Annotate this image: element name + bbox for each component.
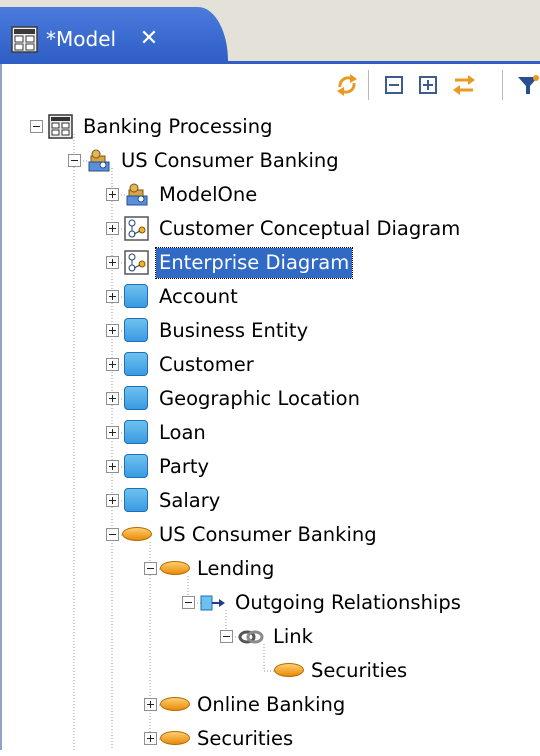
close-icon[interactable]: ✕ xyxy=(138,24,160,54)
tree-node[interactable]: Lending xyxy=(2,552,540,586)
tree-node-label[interactable]: Outgoing Relationships xyxy=(232,588,464,618)
entity-icon xyxy=(124,488,148,512)
toolbar-separator xyxy=(368,70,369,100)
tree-node[interactable]: Link xyxy=(2,620,540,654)
tree-node[interactable]: Banking Processing xyxy=(2,110,540,144)
tree-node-label[interactable]: Link xyxy=(270,622,316,652)
tree-node-label[interactable]: Online Banking xyxy=(194,690,348,720)
expand-icon[interactable] xyxy=(144,732,157,745)
tree-node[interactable]: US Consumer Banking xyxy=(2,518,540,552)
tree-node-label[interactable]: Loan xyxy=(156,418,209,448)
expand-icon[interactable] xyxy=(106,460,119,473)
subject-area-icon xyxy=(274,663,304,677)
subject-area-icon xyxy=(122,527,152,541)
entity-icon xyxy=(124,284,148,308)
package-icon xyxy=(126,183,148,206)
filter-icon[interactable] xyxy=(514,70,540,100)
expand-icon[interactable] xyxy=(106,392,119,405)
tree-node[interactable]: Securities xyxy=(2,654,540,688)
tree-node[interactable]: Party xyxy=(2,450,540,484)
link-with-editor-icon[interactable] xyxy=(449,70,479,100)
model-icon xyxy=(48,114,73,139)
tree-node[interactable]: Loan xyxy=(2,416,540,450)
diagram-icon xyxy=(124,250,149,275)
tree-node[interactable]: Account xyxy=(2,280,540,314)
entity-icon xyxy=(124,420,148,444)
tree-node-label[interactable]: Securities xyxy=(308,656,410,686)
tree-node-label[interactable]: Party xyxy=(156,452,212,482)
tab-model[interactable]: *Model ✕ xyxy=(0,7,228,61)
expand-icon[interactable] xyxy=(106,188,119,201)
model-tree: Banking Processing US Consumer Banking Mod… xyxy=(0,106,540,750)
package-icon xyxy=(88,149,110,172)
entity-icon xyxy=(124,454,148,478)
expand-icon[interactable] xyxy=(144,698,157,711)
tree-node[interactable]: Securities xyxy=(2,722,540,756)
outgoing-relationships-icon xyxy=(200,595,225,611)
collapse-icon[interactable] xyxy=(30,120,43,133)
collapse-all-icon[interactable] xyxy=(379,70,409,100)
tree-node-label[interactable]: Account xyxy=(156,282,241,312)
entity-icon xyxy=(124,352,148,376)
toolbar-separator xyxy=(502,70,503,100)
tree-node-label[interactable]: Salary xyxy=(156,486,223,516)
tree-node[interactable]: Outgoing Relationships xyxy=(2,586,540,620)
entity-icon xyxy=(124,386,148,410)
collapse-icon[interactable] xyxy=(144,562,157,575)
collapse-icon[interactable] xyxy=(182,596,195,609)
tree-node[interactable]: Customer Conceptual Diagram xyxy=(2,212,540,246)
link-icon xyxy=(238,630,264,644)
expand-icon[interactable] xyxy=(106,426,119,439)
tree-node-label[interactable]: US Consumer Banking xyxy=(156,520,380,550)
tree-node-label[interactable]: Banking Processing xyxy=(80,112,275,142)
tree-node-label[interactable]: Lending xyxy=(194,554,277,584)
tree-node[interactable]: US Consumer Banking xyxy=(2,144,540,178)
expand-icon[interactable] xyxy=(106,290,119,303)
expand-icon[interactable] xyxy=(106,324,119,337)
diagram-icon xyxy=(124,216,149,241)
collapse-icon[interactable] xyxy=(106,528,119,541)
tree-node-label[interactable]: Enterprise Diagram xyxy=(154,247,354,279)
collapse-icon[interactable] xyxy=(68,154,81,167)
subject-area-icon xyxy=(160,731,190,745)
tree-node[interactable]: ModelOne xyxy=(2,178,540,212)
model-icon xyxy=(11,26,38,53)
subject-area-icon xyxy=(160,697,190,711)
tree-node-label[interactable]: ModelOne xyxy=(156,180,260,210)
tree-node-label[interactable]: Customer Conceptual Diagram xyxy=(156,214,463,244)
tree-node[interactable]: Online Banking xyxy=(2,688,540,722)
tree-node[interactable]: Geographic Location xyxy=(2,382,540,416)
tree-node[interactable]: Customer xyxy=(2,348,540,382)
tree-node[interactable]: Salary xyxy=(2,484,540,518)
expand-all-icon[interactable] xyxy=(413,70,443,100)
sync-icon[interactable] xyxy=(332,70,362,100)
expand-icon[interactable] xyxy=(106,256,119,269)
tree-node[interactable]: Business Entity xyxy=(2,314,540,348)
tree-node-label[interactable]: Geographic Location xyxy=(156,384,363,414)
expand-icon[interactable] xyxy=(106,222,119,235)
tab-title: *Model xyxy=(46,27,117,51)
entity-icon xyxy=(124,318,148,342)
tree-node-label[interactable]: US Consumer Banking xyxy=(118,146,342,176)
expand-icon[interactable] xyxy=(106,358,119,371)
subject-area-icon xyxy=(160,561,190,575)
editor-tab-strip: *Model ✕ xyxy=(0,0,540,64)
tree-node[interactable]: Enterprise Diagram xyxy=(2,246,540,280)
view-toolbar xyxy=(0,64,540,106)
collapse-icon[interactable] xyxy=(220,630,233,643)
expand-icon[interactable] xyxy=(106,494,119,507)
tree-node-label[interactable]: Customer xyxy=(156,350,257,380)
tree-node-label[interactable]: Business Entity xyxy=(156,316,311,346)
